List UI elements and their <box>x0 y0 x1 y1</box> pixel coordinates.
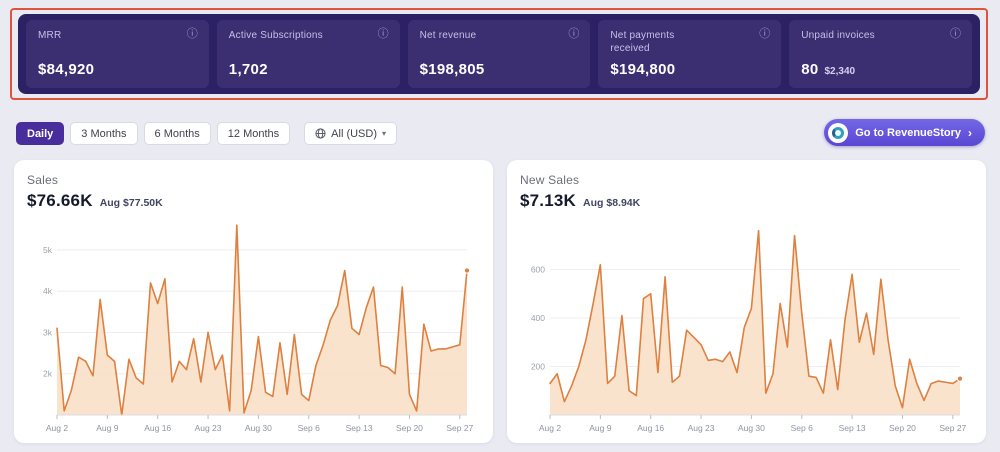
svg-text:Aug 23: Aug 23 <box>195 423 222 433</box>
svg-text:Aug 16: Aug 16 <box>637 423 664 433</box>
kpi-value: $84,920 <box>38 61 94 78</box>
svg-text:Aug 23: Aug 23 <box>688 423 715 433</box>
svg-text:5k: 5k <box>43 245 53 255</box>
svg-text:Aug 2: Aug 2 <box>46 423 68 433</box>
chevron-right-icon: › <box>968 127 972 139</box>
period-button-6-months[interactable]: 6 Months <box>144 122 211 145</box>
svg-text:Aug 9: Aug 9 <box>96 423 118 433</box>
new-sales-chart-card: New Sales $7.13K Aug $8.94K 200 400 600 Aug… <box>507 160 986 443</box>
kpi-label: Active Subscriptions <box>229 29 323 42</box>
kpi-card-unpaid-invoices: Unpaid invoices ⓘ 80 $2,340 <box>789 20 972 88</box>
period-button-daily[interactable]: Daily <box>16 122 64 145</box>
currency-dropdown-label: All (USD) <box>331 128 377 140</box>
chart-title: Sales <box>27 173 480 187</box>
go-to-revenuestory-button[interactable]: Go to RevenueStory › <box>824 119 985 146</box>
chevron-down-icon: ▾ <box>382 129 386 138</box>
period-button-12-months[interactable]: 12 Months <box>217 122 290 145</box>
new-sales-area-chart[interactable]: 200 400 600 Aug 2 Aug 9 Aug 16 Aug 23 Aug 30 Sep… <box>520 215 972 443</box>
kpi-label: Net revenue <box>420 29 477 42</box>
svg-text:2k: 2k <box>43 369 53 379</box>
svg-text:Sep 13: Sep 13 <box>839 423 866 433</box>
svg-text:Sep 27: Sep 27 <box>446 423 473 433</box>
kpi-strip: MRR ⓘ $84,920 Active Subscriptions ⓘ 1,7… <box>18 14 980 94</box>
kpi-value: $198,805 <box>420 61 485 78</box>
sales-chart-card: Sales $76.66K Aug $77.50K 2k 3k 4k 5k Aug 2 A… <box>14 160 493 443</box>
svg-text:Sep 27: Sep 27 <box>939 423 966 433</box>
chart-total-value: $76.66K <box>27 191 93 211</box>
kpi-annotation-outline: MRR ⓘ $84,920 Active Subscriptions ⓘ 1,7… <box>10 8 988 100</box>
go-to-revenuestory-label: Go to RevenueStory <box>855 127 961 139</box>
info-icon[interactable]: ⓘ <box>187 29 198 40</box>
kpi-card-active-subscriptions: Active Subscriptions ⓘ 1,702 <box>217 20 400 88</box>
svg-text:Aug 30: Aug 30 <box>245 423 272 433</box>
svg-text:Sep 20: Sep 20 <box>396 423 423 433</box>
svg-text:200: 200 <box>531 362 545 372</box>
info-icon[interactable]: ⓘ <box>759 29 770 40</box>
svg-text:Aug 16: Aug 16 <box>144 423 171 433</box>
kpi-value: 1,702 <box>229 61 268 78</box>
info-icon[interactable]: ⓘ <box>568 29 579 40</box>
info-icon[interactable]: ⓘ <box>378 29 389 40</box>
kpi-value: 80 <box>801 61 818 78</box>
svg-text:4k: 4k <box>43 286 53 296</box>
svg-text:600: 600 <box>531 265 545 275</box>
chart-period-comparison: Aug $8.94K <box>583 197 640 209</box>
kpi-card-mrr: MRR ⓘ $84,920 <box>26 20 209 88</box>
kpi-label: Net payments received <box>610 29 705 55</box>
kpi-card-net-payments: Net payments received ⓘ $194,800 <box>598 20 781 88</box>
filter-row: Daily 3 Months 6 Months 12 Months All (U… <box>16 122 397 145</box>
kpi-card-net-revenue: Net revenue ⓘ $198,805 <box>408 20 591 88</box>
chart-period-comparison: Aug $77.50K <box>100 197 163 209</box>
currency-dropdown[interactable]: All (USD) ▾ <box>304 122 397 145</box>
svg-text:3k: 3k <box>43 327 53 337</box>
info-icon[interactable]: ⓘ <box>950 29 961 40</box>
svg-text:Sep 6: Sep 6 <box>791 423 813 433</box>
svg-text:Sep 20: Sep 20 <box>889 423 916 433</box>
svg-text:Aug 2: Aug 2 <box>539 423 561 433</box>
kpi-value: $194,800 <box>610 61 675 78</box>
period-button-3-months[interactable]: 3 Months <box>70 122 137 145</box>
kpi-subvalue: $2,340 <box>824 66 855 77</box>
chart-title: New Sales <box>520 173 973 187</box>
sales-area-chart[interactable]: 2k 3k 4k 5k Aug 2 Aug 9 Aug 16 Aug 23 Aug 30 Sep … <box>27 215 479 443</box>
globe-icon <box>315 128 326 139</box>
svg-text:Aug 30: Aug 30 <box>738 423 765 433</box>
revenuestory-logo-icon <box>828 123 848 143</box>
kpi-label: Unpaid invoices <box>801 29 875 42</box>
svg-text:Sep 6: Sep 6 <box>298 423 320 433</box>
kpi-label: MRR <box>38 29 61 42</box>
chart-total-value: $7.13K <box>520 191 576 211</box>
svg-text:Aug 9: Aug 9 <box>589 423 611 433</box>
svg-text:Sep 13: Sep 13 <box>346 423 373 433</box>
svg-text:400: 400 <box>531 313 545 323</box>
